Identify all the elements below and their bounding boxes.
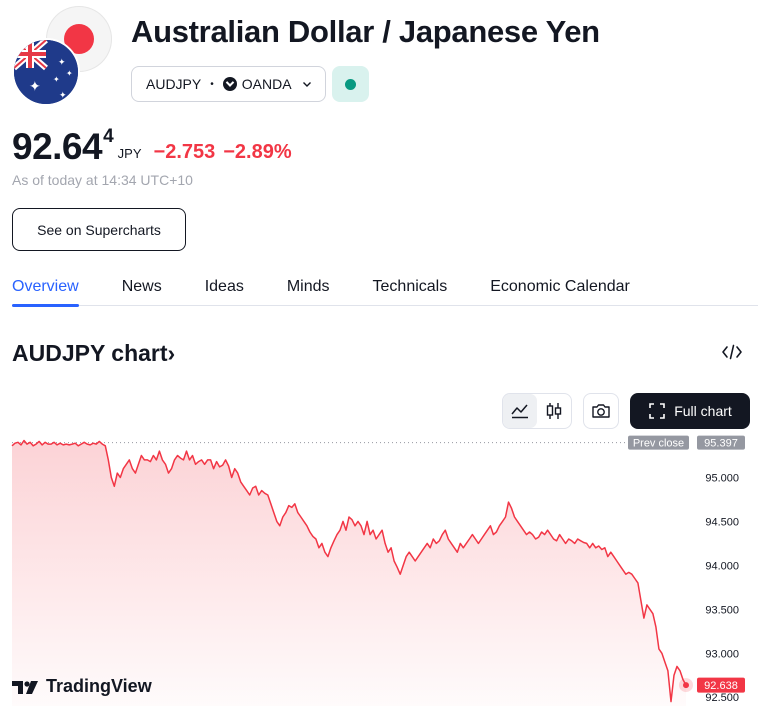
tradingview-logo-icon: [12, 680, 38, 694]
full-chart-label: Full chart: [674, 403, 732, 419]
snapshot-button[interactable]: [583, 393, 619, 429]
price-area-fill: [12, 440, 686, 706]
price-change-percent: −2.89%: [223, 141, 292, 163]
currency-code: JPY: [117, 146, 142, 161]
tab-economic-calendar[interactable]: Economic Calendar: [490, 270, 630, 306]
last-price: 92.64: [12, 126, 103, 167]
separator-dot: •: [210, 78, 214, 90]
symbol-tabs: Overview News Ideas Minds Technicals Eco…: [12, 270, 758, 307]
quote-timestamp: As of today at 14:34 UTC+10: [12, 172, 193, 188]
price-change: −2.753: [153, 141, 216, 163]
chart-type-toggle: [502, 393, 572, 429]
y-axis-ticks: 95.000 94.500 94.000 93.500 93.000 92.500: [705, 472, 739, 704]
area-chart-icon: [511, 404, 528, 419]
symbol-label: AUDJPY: [146, 76, 202, 92]
last-price-fraction: 4: [103, 126, 114, 147]
price-chart[interactable]: 95.000 94.500 94.000 93.500 93.000 92.500 Pre…: [0, 430, 758, 706]
tab-news[interactable]: News: [122, 270, 162, 306]
y-axis-tick-label: 92.500: [705, 692, 739, 704]
last-price-tag: 92.638: [697, 677, 745, 693]
symbol-selector[interactable]: AUDJPY • OANDA: [131, 66, 326, 102]
tab-technicals[interactable]: Technicals: [373, 270, 448, 306]
page-title: Australian Dollar / Japanese Yen: [131, 14, 600, 49]
svg-text:✦: ✦: [58, 58, 66, 68]
tab-ideas[interactable]: Ideas: [205, 270, 244, 306]
chart-heading-label: AUDJPY chart: [12, 340, 168, 366]
watermark-label: TradingView: [46, 676, 152, 696]
prev-close-tag: Prev close 95.397: [628, 435, 745, 450]
svg-text:✦: ✦: [59, 91, 67, 101]
prev-close-label: Prev close: [633, 438, 684, 450]
y-axis-tick-label: 93.000: [705, 648, 739, 660]
area-chart-button[interactable]: [503, 394, 537, 428]
y-axis-tick-label: 94.500: [705, 516, 739, 528]
y-axis-tick-label: 93.500: [705, 604, 739, 616]
prev-close-value: 95.397: [704, 438, 738, 450]
market-open-dot-icon: [345, 78, 356, 90]
code-embed-icon[interactable]: [720, 342, 744, 362]
oanda-logo-icon: [222, 77, 237, 91]
svg-text:✦: ✦: [53, 75, 60, 84]
currency-pair-flags: ✦ ✦ ✦ ✦ ✦: [12, 6, 112, 108]
expand-icon: [649, 403, 666, 419]
candlestick-chart-icon: [546, 403, 562, 419]
svg-text:✦: ✦: [66, 69, 73, 78]
y-axis-tick-label: 95.000: [705, 472, 739, 484]
chart-section-heading[interactable]: AUDJPY chart›: [12, 340, 175, 367]
broker-label: OANDA: [241, 76, 292, 92]
tab-minds[interactable]: Minds: [287, 270, 330, 306]
y-axis-tick-label: 94.000: [705, 560, 739, 572]
see-on-supercharts-button[interactable]: See on Supercharts: [12, 208, 186, 251]
quote-row: 92.64 4 JPY −2.753 −2.89%: [12, 125, 292, 169]
candlestick-chart-button[interactable]: [537, 394, 571, 428]
australia-flag-icon: ✦ ✦ ✦ ✦ ✦: [12, 38, 80, 106]
svg-text:✦: ✦: [29, 79, 41, 95]
tab-overview[interactable]: Overview: [12, 270, 79, 307]
tradingview-watermark[interactable]: TradingView: [12, 676, 152, 697]
chevron-down-icon: [303, 82, 311, 87]
camera-icon: [592, 404, 610, 418]
market-status-button[interactable]: [332, 66, 369, 102]
last-price-dot: [683, 682, 689, 689]
last-price-axis-label: 92.638: [704, 680, 738, 692]
chevron-right-icon: ›: [167, 340, 176, 366]
full-chart-button[interactable]: Full chart: [630, 393, 750, 429]
